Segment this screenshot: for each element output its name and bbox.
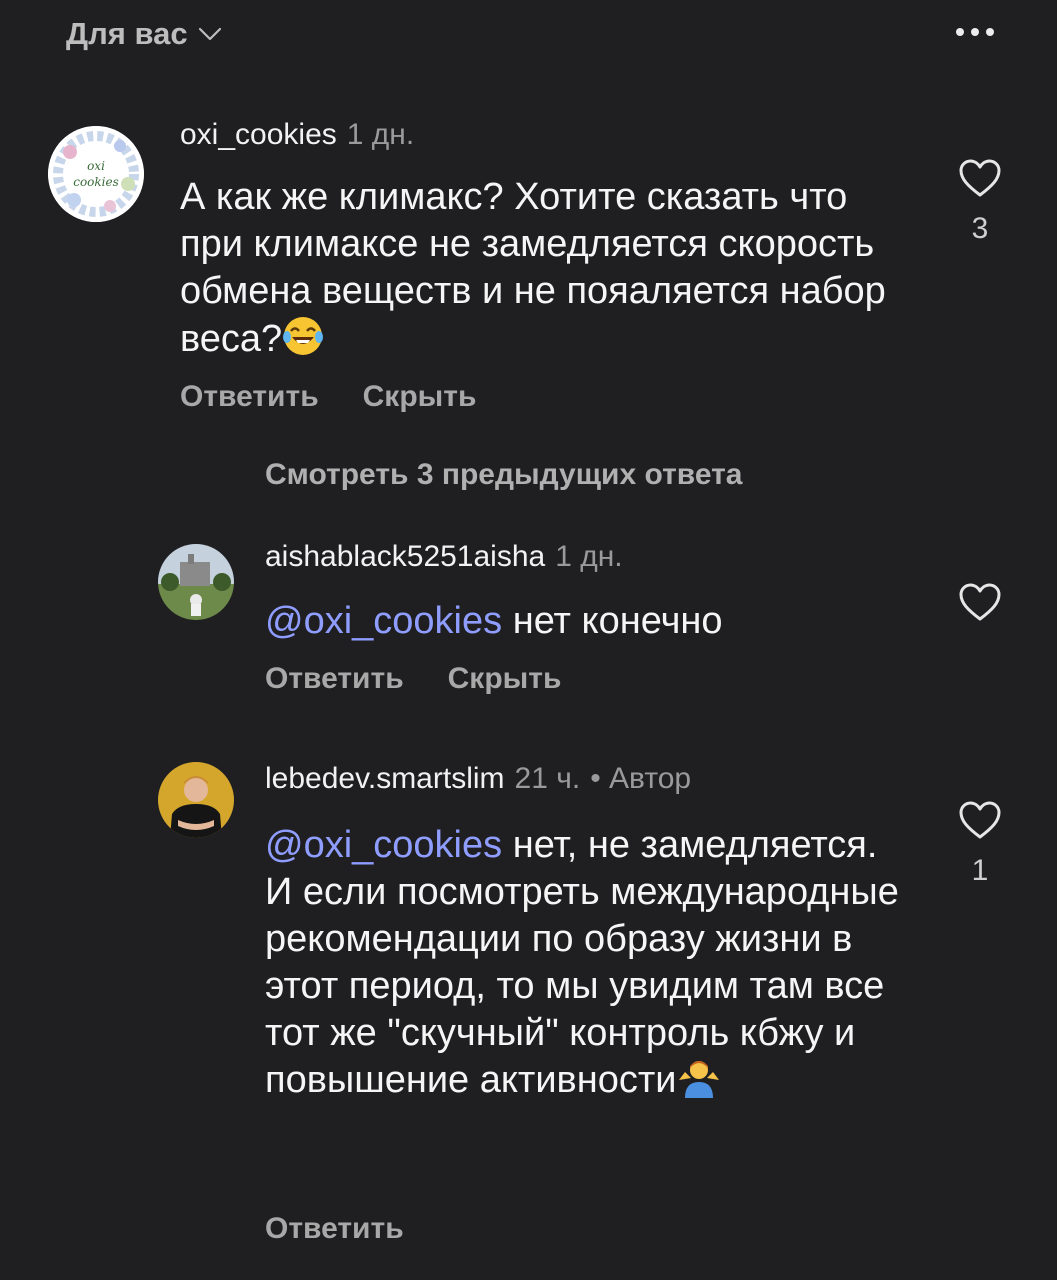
feed-filter-dropdown[interactable]: Для вас: [66, 16, 222, 52]
reply-text: @oxi_cookies нет, не замедляется. И если…: [265, 822, 915, 1110]
reply-button[interactable]: Ответить: [180, 380, 319, 414]
view-previous-replies[interactable]: Смотреть 3 предыдущих ответа: [265, 458, 742, 492]
person-shrugging-emoji: [677, 1058, 721, 1110]
avatar[interactable]: [158, 544, 234, 620]
like-control: 1: [956, 800, 1004, 888]
avatar[interactable]: [158, 762, 234, 838]
like-control: 3: [956, 158, 1004, 246]
comment-username[interactable]: oxi_cookies: [180, 118, 337, 152]
more-dots-icon[interactable]: [956, 28, 994, 36]
avatar[interactable]: oxi cookies: [48, 126, 144, 222]
like-control: [956, 582, 1004, 622]
hide-button[interactable]: Скрыть: [363, 380, 477, 414]
laughing-tears-emoji: [282, 315, 324, 369]
reply-button[interactable]: Ответить: [265, 662, 404, 696]
feed-filter-label: Для вас: [66, 16, 188, 51]
mention-link[interactable]: @oxi_cookies: [265, 600, 502, 642]
heart-icon[interactable]: [956, 800, 1004, 840]
heart-icon[interactable]: [956, 582, 1004, 622]
like-count: 1: [971, 854, 989, 887]
top-bar: Для вас: [0, 0, 1057, 80]
heart-icon[interactable]: [956, 158, 1004, 198]
chevron-down-icon: [198, 26, 222, 42]
svg-text:oxi: oxi: [87, 159, 105, 173]
reply-time: 21 ч.: [514, 762, 581, 795]
reply-time: 1 дн.: [555, 540, 623, 573]
mention-link[interactable]: @oxi_cookies: [265, 824, 502, 866]
hide-button[interactable]: Скрыть: [448, 662, 562, 696]
reply-username[interactable]: aishablack5251aisha: [265, 540, 545, 574]
reply-text: @oxi_cookies нет конечно: [265, 600, 723, 642]
comment-time: 1 дн.: [346, 118, 415, 151]
svg-text:cookies: cookies: [73, 175, 119, 189]
reply-button[interactable]: Ответить: [265, 1212, 404, 1246]
comment-text: А как же климакс? Хотите сказать что при…: [180, 174, 900, 369]
author-tag: • Автор: [590, 762, 692, 795]
reply-username[interactable]: lebedev.smartslim: [265, 762, 505, 796]
like-count: 3: [971, 212, 989, 245]
